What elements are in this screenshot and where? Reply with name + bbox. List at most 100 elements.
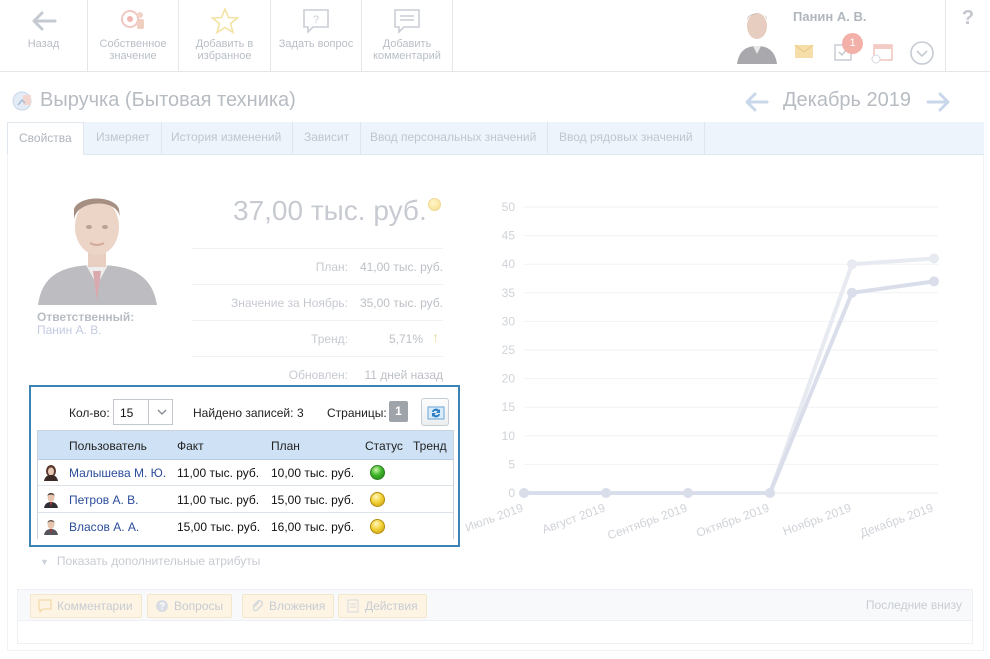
refresh-button[interactable] bbox=[421, 398, 449, 426]
chart-point bbox=[683, 488, 693, 498]
col-plan[interactable]: План bbox=[271, 439, 300, 453]
comments-button[interactable]: Комментарии bbox=[30, 594, 142, 618]
personal-values-grid: Кол-во: 15 Найдено записей: 3 Страницы: … bbox=[29, 385, 460, 547]
status-yellow-icon bbox=[370, 519, 385, 534]
user-avatar[interactable] bbox=[733, 8, 781, 64]
tab-history[interactable]: История изменений bbox=[160, 122, 294, 155]
next-period-icon[interactable] bbox=[926, 91, 950, 113]
user-name[interactable]: Панин А. В. bbox=[793, 9, 867, 24]
col-status[interactable]: Статус bbox=[365, 439, 403, 453]
value-status-icon bbox=[428, 198, 441, 211]
col-fact[interactable]: Факт bbox=[177, 439, 204, 453]
table-row[interactable]: Власов А. А. 15,00 тыс. руб. 16,00 тыс. … bbox=[38, 514, 453, 540]
table-row[interactable]: Петров А. В. 11,00 тыс. руб. 15,00 тыс. … bbox=[38, 487, 453, 513]
pages-label: Страницы: bbox=[327, 406, 387, 420]
show-more-attributes-label: Показать дополнительные атрибуты bbox=[56, 554, 261, 568]
tab-personal-input[interactable]: Ввод персональных значений bbox=[359, 122, 549, 155]
questions-button[interactable]: ? Вопросы bbox=[147, 594, 233, 618]
comment-icon bbox=[38, 599, 52, 613]
status-yellow-icon bbox=[370, 492, 385, 507]
notification-badge[interactable]: 1 bbox=[842, 33, 863, 54]
value-chart: 0 5 10 15 20 25 30 35 40 45 50 Июль 2019 Август 2019… bbox=[463, 200, 939, 542]
period-label: Декабрь 2019 bbox=[783, 89, 912, 111]
tab-series-input[interactable]: Ввод рядовых значений bbox=[548, 122, 705, 155]
svg-text:?: ? bbox=[313, 14, 319, 26]
plan-label: План: bbox=[315, 260, 348, 274]
tab-properties[interactable]: Свойства bbox=[7, 122, 84, 155]
row-fact: 15,00 тыс. руб. bbox=[177, 520, 261, 534]
actions-icon bbox=[347, 599, 359, 613]
chart-x-tick-label: Декабрь 2019 bbox=[858, 501, 935, 541]
updated-value: 11 дней назад bbox=[364, 368, 443, 382]
previous-value-row: Значение за Ноябрь: 35,00 тыс. руб. bbox=[192, 284, 443, 320]
found-value: 3 bbox=[297, 406, 304, 420]
actions-button[interactable]: Действия bbox=[338, 594, 427, 618]
chart-y-tick-label: 15 bbox=[502, 400, 516, 414]
ask-question-button[interactable]: ? Задать вопрос bbox=[271, 0, 362, 71]
current-page[interactable]: 1 bbox=[389, 401, 408, 422]
add-favorite-button[interactable]: Добавить в избранное bbox=[179, 0, 271, 71]
chart-point bbox=[847, 287, 857, 298]
responsible-name[interactable]: Панин А. В. bbox=[37, 323, 102, 337]
help-button[interactable]: ? bbox=[946, 0, 990, 71]
chart-x-tick-label: Ноябрь 2019 bbox=[781, 501, 853, 539]
attachments-button[interactable]: Вложения bbox=[242, 594, 335, 618]
row-user-link[interactable]: Власов А. А. bbox=[69, 520, 139, 534]
col-trend[interactable]: Тренд bbox=[413, 439, 447, 453]
comment-icon bbox=[394, 9, 420, 34]
tab-depends[interactable]: Зависит bbox=[293, 122, 362, 155]
prev-period-icon[interactable] bbox=[745, 91, 769, 113]
refresh-icon bbox=[427, 406, 445, 420]
own-value-button[interactable]: Собственное значение bbox=[88, 0, 179, 71]
row-user-link[interactable]: Петров А. В. bbox=[69, 493, 138, 507]
tab-measures[interactable]: Измеряет bbox=[85, 122, 162, 155]
chart-y-tick-label: 25 bbox=[502, 343, 516, 357]
question-bubble-icon: ? bbox=[303, 9, 329, 34]
chart-y-tick-label: 20 bbox=[502, 372, 516, 386]
plan-row: План: 41,00 тыс. руб. bbox=[192, 248, 443, 284]
user-avatar-male bbox=[43, 518, 59, 535]
sort-order-note[interactable]: Последние внизу bbox=[866, 598, 962, 612]
comments-label: Комментарии bbox=[57, 599, 133, 613]
row-fact: 11,00 тыс. руб. bbox=[177, 493, 260, 507]
chart-point bbox=[929, 253, 939, 264]
user-panel: Панин А. В. 1 bbox=[726, 0, 946, 71]
status-green-icon bbox=[370, 465, 385, 480]
chart-point bbox=[929, 276, 939, 287]
svg-text:?: ? bbox=[159, 602, 165, 613]
previous-value-label: Значение за Ноябрь: bbox=[230, 296, 348, 310]
question-icon: ? bbox=[156, 600, 168, 613]
ask-question-label: Задать вопрос bbox=[278, 38, 354, 50]
row-user-link[interactable]: Малышева М. Ю. bbox=[69, 466, 166, 480]
table-header: Пользователь Факт План Статус Тренд bbox=[38, 431, 453, 460]
toolbar: Назад Собственное значение Добавить в из… bbox=[0, 0, 990, 72]
period-navigator: Декабрь 2019 bbox=[745, 89, 955, 115]
chart-y-tick-label: 35 bbox=[502, 286, 516, 300]
show-more-attributes[interactable]: ▼ Показать дополнительные атрибуты bbox=[40, 554, 260, 568]
add-comment-button[interactable]: Добавить комментарий bbox=[362, 0, 453, 71]
chevron-down-circle-icon[interactable] bbox=[909, 40, 935, 66]
paperclip-icon bbox=[252, 600, 263, 612]
chart-point bbox=[601, 488, 611, 498]
chart-y-tick-label: 45 bbox=[502, 229, 516, 243]
found-label: Найдено записей: bbox=[193, 406, 294, 420]
count-select[interactable]: 15 bbox=[113, 399, 173, 425]
row-plan: 15,00 тыс. руб. bbox=[271, 493, 355, 507]
user-avatar-female bbox=[43, 464, 59, 481]
tab-bar: Свойства Измеряет История изменений Зави… bbox=[7, 122, 984, 155]
discussion-panel: Комментарии ? Вопросы Вложения Действия … bbox=[17, 589, 973, 644]
trend-row: Тренд: 5,71% ↑ bbox=[192, 320, 443, 356]
triangle-down-icon: ▼ bbox=[40, 557, 49, 567]
table-row[interactable]: Малышева М. Ю. 11,00 тыс. руб. 10,00 тыс… bbox=[38, 460, 453, 486]
discussion-toolbar: Комментарии ? Вопросы Вложения Действия … bbox=[18, 590, 972, 621]
chart-x-tick-label: Август 2019 bbox=[540, 501, 607, 537]
user-avatar-male bbox=[43, 491, 59, 508]
row-fact: 11,00 тыс. руб. bbox=[177, 466, 260, 480]
col-user[interactable]: Пользователь bbox=[69, 439, 147, 453]
back-button[interactable]: Назад bbox=[0, 0, 88, 71]
chart-series-line bbox=[524, 279, 935, 495]
chart-y-tick-label: 10 bbox=[502, 429, 516, 443]
mail-icon[interactable] bbox=[794, 44, 814, 59]
own-value-icon bbox=[121, 10, 144, 29]
calendar-icon[interactable] bbox=[870, 42, 894, 64]
